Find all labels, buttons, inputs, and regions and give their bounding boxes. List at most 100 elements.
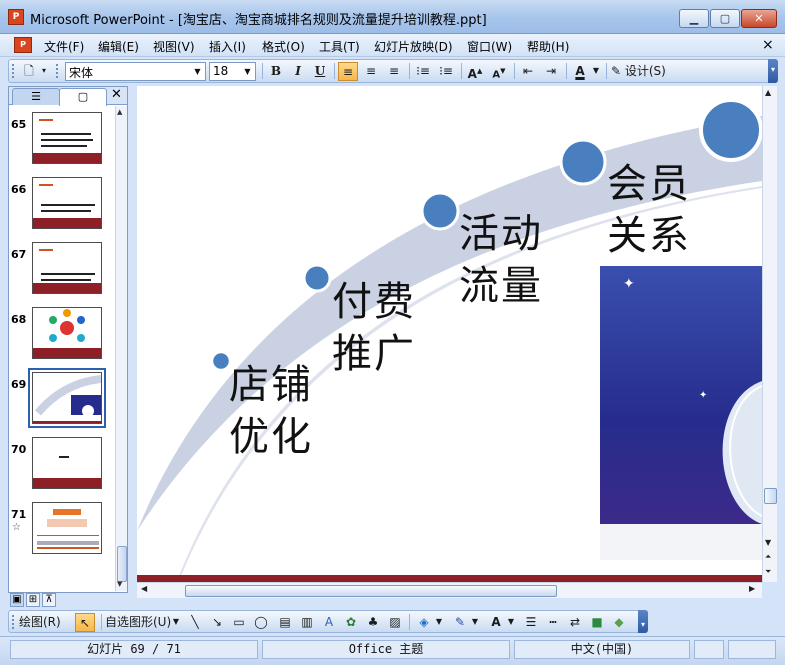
- select-pointer-icon[interactable]: ↖: [75, 613, 95, 632]
- label-store-optimization[interactable]: 店铺 优化: [229, 359, 313, 463]
- bold-button[interactable]: B: [266, 62, 286, 81]
- chevron-down-icon[interactable]: ▼: [241, 64, 254, 79]
- scrollbar-thumb[interactable]: [185, 585, 557, 597]
- tab-slides[interactable]: ▢: [59, 88, 107, 106]
- chevron-down-icon[interactable]: ▼: [471, 613, 479, 632]
- menu-file[interactable]: 文件(F): [44, 38, 84, 55]
- chevron-down-icon[interactable]: ▼: [435, 613, 443, 632]
- menu-tools[interactable]: 工具(T): [319, 38, 360, 55]
- slide-thumbnail-row[interactable]: 68: [9, 301, 115, 361]
- arrow-tool-icon[interactable]: ↘: [207, 613, 227, 632]
- close-document-button[interactable]: ×: [762, 37, 774, 53]
- autoshapes-button[interactable]: 自选图形(U): [105, 613, 173, 632]
- scrollbar-thumb[interactable]: [764, 488, 777, 504]
- close-button[interactable]: ✕: [741, 9, 777, 28]
- slide-thumbnail[interactable]: [32, 112, 102, 164]
- slide-thumbnail-row[interactable]: 67: [9, 236, 115, 296]
- align-center-icon[interactable]: ≡: [361, 62, 381, 81]
- 3d-style-icon[interactable]: ◆: [609, 613, 629, 632]
- textbox-tool-icon[interactable]: ▤: [275, 613, 295, 632]
- increase-font-size-icon[interactable]: A▲: [465, 62, 485, 81]
- minimize-button[interactable]: ▁: [679, 9, 709, 28]
- scroll-down-icon[interactable]: ▼: [765, 538, 771, 547]
- align-left-icon[interactable]: ≡: [338, 62, 358, 81]
- design-button[interactable]: ✎ 设计(S): [611, 62, 681, 81]
- slide-thumbnail-row[interactable]: 71 ☆: [9, 496, 115, 556]
- italic-button[interactable]: I: [288, 62, 308, 81]
- chevron-down-icon[interactable]: ▼: [191, 64, 204, 79]
- powerpoint-app-icon[interactable]: P: [8, 9, 24, 25]
- slide-thumbnail[interactable]: [32, 502, 102, 554]
- thumbnail-scrollbar[interactable]: ▲ ▼: [115, 106, 127, 591]
- font-color-button[interactable]: A: [570, 62, 590, 81]
- chevron-down-icon[interactable]: ▼: [171, 613, 181, 632]
- menu-insert[interactable]: 插入(I): [209, 38, 246, 55]
- line-color-icon[interactable]: ✎: [449, 613, 471, 632]
- slide-thumbnail[interactable]: [32, 177, 102, 229]
- slide-thumbnail[interactable]: [32, 242, 102, 294]
- label-paid-promotion[interactable]: 付费 推广: [332, 276, 416, 380]
- decrease-font-size-icon[interactable]: A▼: [489, 62, 509, 81]
- scroll-right-icon[interactable]: ▶: [749, 584, 755, 593]
- theme-status[interactable]: Office 主题: [262, 640, 510, 659]
- document-icon[interactable]: P: [14, 37, 32, 53]
- slideshow-view-icon[interactable]: ⊼: [42, 593, 56, 607]
- previous-slide-icon[interactable]: ⏶: [765, 552, 771, 562]
- new-document-icon[interactable]: 🗋: [19, 62, 39, 81]
- slide-sorter-view-icon[interactable]: ⊞: [26, 593, 40, 607]
- line-tool-icon[interactable]: ╲: [185, 613, 205, 632]
- slide-thumbnail[interactable]: [32, 437, 102, 489]
- bullet-list-icon[interactable]: ⁝≡: [436, 62, 456, 81]
- chevron-down-icon[interactable]: ▼: [507, 613, 515, 632]
- arrow-style-icon[interactable]: ⇄: [565, 613, 585, 632]
- rectangle-tool-icon[interactable]: ▭: [229, 613, 249, 632]
- menu-format[interactable]: 格式(O): [262, 38, 305, 55]
- line-style-icon[interactable]: ☰: [521, 613, 541, 632]
- toolbar-grip[interactable]: [12, 615, 15, 629]
- font-name-select[interactable]: 宋体 ▼: [65, 62, 206, 81]
- slide-thumbnail-row[interactable]: 65: [9, 106, 115, 166]
- next-slide-icon[interactable]: ⏷: [765, 567, 771, 577]
- close-panel-button[interactable]: ✕: [111, 87, 122, 102]
- slide-thumbnail-row[interactable]: 66: [9, 171, 115, 231]
- align-right-icon[interactable]: ≡: [384, 62, 404, 81]
- shadow-style-icon[interactable]: ■: [587, 613, 607, 632]
- menu-slideshow[interactable]: 幻灯片放映(D): [374, 38, 453, 55]
- diagram-tool-icon[interactable]: ✿: [341, 613, 361, 632]
- toolbar-options-chevron-icon[interactable]: ▾: [638, 610, 648, 633]
- picture-tool-icon[interactable]: ▨: [385, 613, 405, 632]
- scrollbar-thumb[interactable]: [117, 546, 127, 582]
- slide-thumbnail-selected[interactable]: [28, 368, 106, 428]
- font-color-chevron-down-icon[interactable]: ▼: [591, 62, 601, 81]
- maximize-button[interactable]: ▢: [710, 9, 740, 28]
- slide-thumbnail-row[interactable]: 70: [9, 431, 115, 491]
- menu-view[interactable]: 视图(V): [153, 38, 195, 55]
- slide-horizontal-scrollbar[interactable]: ◀ ▶: [137, 582, 762, 598]
- underline-button[interactable]: U: [310, 62, 330, 81]
- scroll-up-icon[interactable]: ▲: [765, 88, 771, 97]
- normal-view-icon[interactable]: ▣: [10, 593, 24, 607]
- toolbar-options-icon[interactable]: ▾: [39, 62, 49, 81]
- slide-thumbnail-row-selected[interactable]: 69: [9, 366, 115, 428]
- toolbar-grip[interactable]: [12, 64, 15, 78]
- vertical-textbox-tool-icon[interactable]: ▥: [297, 613, 317, 632]
- dash-style-icon[interactable]: ┅: [543, 613, 563, 632]
- menu-edit[interactable]: 编辑(E): [98, 38, 139, 55]
- clipart-tool-icon[interactable]: ♣: [363, 613, 383, 632]
- increase-indent-icon[interactable]: ⇥: [541, 62, 561, 81]
- slide-thumbnail[interactable]: [32, 307, 102, 359]
- wordart-tool-icon[interactable]: A: [319, 613, 339, 632]
- toolbar-grip-2[interactable]: [56, 64, 59, 78]
- menu-window[interactable]: 窗口(W): [467, 38, 512, 55]
- oval-tool-icon[interactable]: ◯: [251, 613, 271, 632]
- label-member-relations[interactable]: 会员 关系: [607, 158, 691, 262]
- menu-help[interactable]: 帮助(H): [527, 38, 569, 55]
- decrease-indent-icon[interactable]: ⇤: [518, 62, 538, 81]
- slide-canvas[interactable]: ✦ ✦ 店铺 优化 付费 推广 活动 流量 会员 关系: [137, 86, 762, 582]
- fill-color-icon[interactable]: ◈: [413, 613, 435, 632]
- font-color-icon[interactable]: A: [485, 613, 507, 632]
- tab-outline[interactable]: ☰: [12, 88, 60, 105]
- font-size-select[interactable]: 18 ▼: [209, 62, 256, 81]
- label-activity-traffic[interactable]: 活动 流量: [459, 208, 543, 312]
- slide-vertical-scrollbar[interactable]: ▲ ▼ ⏶ ⏷: [762, 86, 777, 582]
